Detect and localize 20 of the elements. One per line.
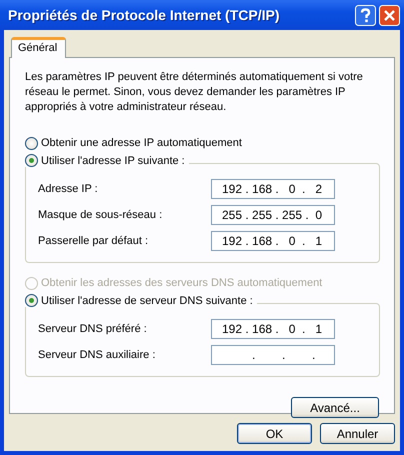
field-label: Serveur DNS préféré : bbox=[38, 323, 148, 335]
field-label: Adresse IP : bbox=[38, 183, 99, 195]
close-icon[interactable] bbox=[379, 4, 400, 26]
radio-option[interactable]: Utiliser l'adresse IP suivante : bbox=[25, 154, 189, 167]
ip-address-field[interactable]: . . . bbox=[211, 345, 335, 365]
field-label: Passerelle par défaut : bbox=[38, 235, 150, 247]
description-text: Les paramètres IP peuvent être déterminés automatiquement si votre réseau le permet. Sinon, vous devez demander les paramètres IP appropriés à votre administrateur réseau. bbox=[25, 70, 364, 115]
tab[interactable]: Général bbox=[11, 37, 66, 58]
window-title: Propriétés de Protocole Internet (TCP/IP) bbox=[8, 7, 280, 23]
advanced-button[interactable]: Avancé... bbox=[291, 397, 379, 418]
radio-option[interactable]: Utiliser l'adresse de serveur DNS suivante : bbox=[25, 294, 257, 307]
ip-address-field[interactable]: 192 . 168 . 0 . 1 bbox=[211, 231, 335, 251]
ip-address-field[interactable]: 255 . 255 . 255 . 0 bbox=[211, 205, 335, 225]
field-label: Masque de sous-réseau : bbox=[38, 209, 164, 221]
ip-address-field[interactable]: 192 . 168 . 0 . 2 bbox=[211, 179, 335, 199]
field-label: Serveur DNS auxiliaire : bbox=[38, 349, 156, 361]
ip-address-field[interactable]: 192 . 168 . 0 . 1 bbox=[211, 319, 335, 339]
help-icon[interactable] bbox=[355, 4, 376, 26]
dialog-button[interactable]: OK bbox=[237, 423, 312, 444]
dialog-button[interactable]: Annuler bbox=[320, 423, 395, 444]
